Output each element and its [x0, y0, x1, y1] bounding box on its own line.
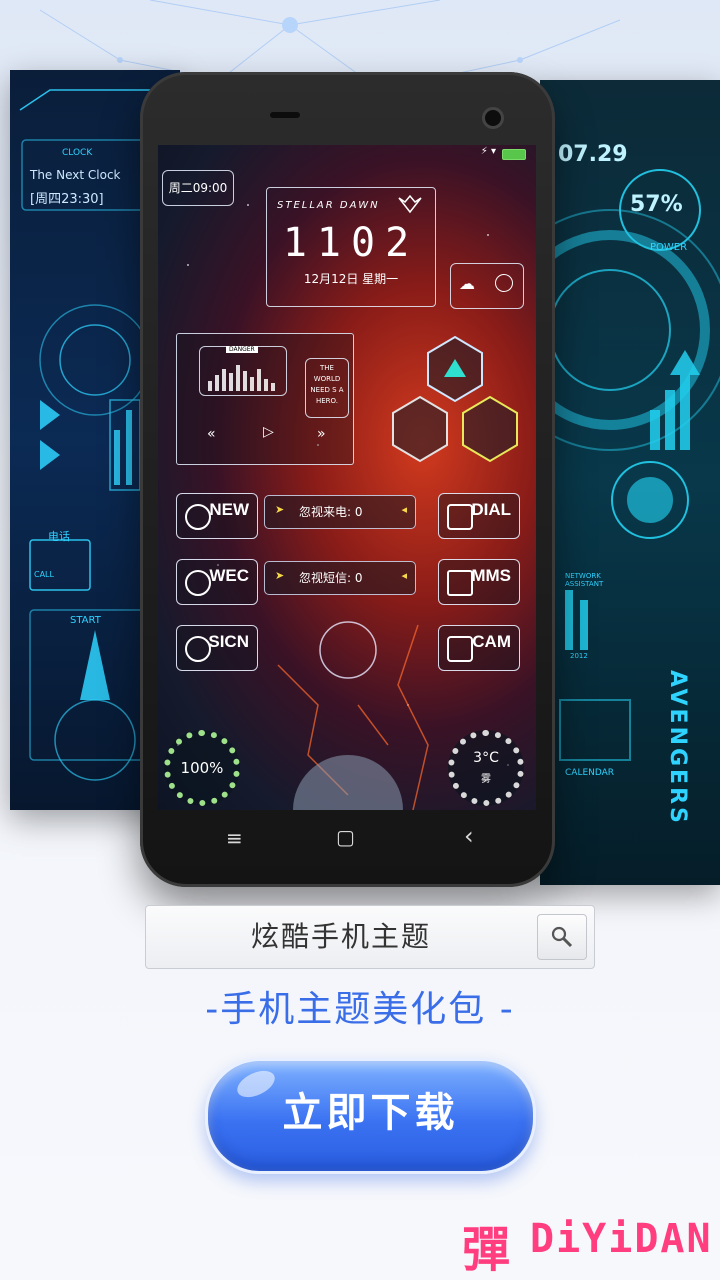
battery-display: 57%: [630, 192, 683, 217]
battery-gauge[interactable]: 100%: [164, 730, 240, 806]
avengers-label: AVENGERS: [665, 670, 690, 826]
speaker-grille: [270, 112, 300, 118]
calendar-label: CALENDAR: [565, 768, 615, 778]
brand-name: DiYiDAN: [530, 1216, 713, 1262]
mms-app-button[interactable]: MMS: [438, 559, 520, 605]
search-input[interactable]: 炫酷手机主题: [146, 906, 536, 968]
new-app-button[interactable]: NEW: [176, 493, 258, 539]
weather-mini-widget: ☁: [450, 263, 524, 309]
stellar-title: STELLAR DAWN: [277, 200, 380, 211]
arrow-left-icon: ◂: [401, 569, 407, 582]
cloud-icon: ☁: [459, 274, 475, 293]
home-key-icon[interactable]: ▢: [336, 825, 355, 849]
equalizer-panel: DANGER: [199, 346, 287, 396]
prev-track-icon[interactable]: «: [207, 426, 216, 442]
message-icon: [447, 570, 473, 596]
missed-calls-text: 忽视来电: 0: [299, 505, 363, 519]
clock-label: CLOCK: [62, 148, 93, 158]
brand-glyph: 彈: [462, 1222, 511, 1278]
clock-digits: 1102: [282, 220, 420, 266]
week-time-widget: 周二09:00: [162, 170, 234, 206]
weather-temp: 3°C: [473, 750, 499, 766]
phone-label: 电话: [48, 530, 70, 543]
arrow-left-icon: ◂: [401, 503, 407, 516]
back-key-icon[interactable]: ‹: [464, 822, 474, 850]
music-widget: DANGER THE WORLD NEED S A HERO. « ▷ »: [176, 333, 354, 465]
clock-widget: STELLAR DAWN 1102 12月12日 星期一: [266, 187, 436, 307]
battery-status-icon: [502, 149, 526, 160]
search-bar[interactable]: 炫酷手机主题: [145, 905, 595, 969]
missed-calls-widget[interactable]: ➤ 忽视来电: 0 ◂: [264, 495, 416, 529]
call-label: CALL: [34, 570, 54, 579]
hero-text: THE WORLD NEED S A HERO.: [305, 358, 349, 418]
radar-icon: [495, 274, 513, 292]
wechat-app-button[interactable]: WEC: [176, 559, 258, 605]
dial-app-label: DIAL: [471, 500, 511, 519]
arrow-icon: ➤: [275, 503, 285, 516]
hexagon-widgets: [392, 335, 518, 463]
weather-gauge[interactable]: 3°C 雾: [448, 730, 524, 806]
mms-app-label: MMS: [471, 566, 511, 585]
camera-icon: [447, 636, 473, 662]
phone-icon: [447, 504, 473, 530]
battery-gauge-value: 100%: [180, 759, 224, 777]
emblem-icon: [397, 194, 423, 216]
dial-app-button[interactable]: DIAL: [438, 493, 520, 539]
wechat-app-label: WEC: [209, 566, 249, 585]
camera-app-label: CAM: [472, 632, 511, 651]
clock-time: [周四23:30]: [30, 192, 104, 207]
missed-sms-widget[interactable]: ➤ 忽视短信: 0 ◂: [264, 561, 416, 595]
date-display: 07.29: [558, 142, 628, 167]
power-label: POWER: [650, 242, 688, 253]
start-label: START: [70, 615, 101, 626]
search-icon: [551, 926, 573, 948]
new-app-label: NEW: [209, 500, 249, 519]
date-display: 12月12日 星期一: [303, 272, 399, 286]
missed-sms-text: 忽视短信: 0: [299, 571, 363, 585]
weather-desc: 雾: [481, 774, 491, 785]
menu-key-icon[interactable]: ≡: [226, 826, 243, 850]
danger-label: DANGER: [226, 346, 258, 353]
download-button-label: 立即下载: [282, 1090, 459, 1136]
next-track-icon[interactable]: »: [317, 426, 326, 442]
clock-title: The Next Clock: [30, 168, 121, 182]
right-theme-preview: 07.29 57% POWER NETWORK ASSISTANT 2012 A…: [540, 80, 720, 885]
arrow-icon: ➤: [275, 569, 285, 582]
phone-screen: ⚡ ▾ 周二09:00 STELLAR DAWN 1102 12月12日 星期一…: [158, 145, 536, 810]
play-icon[interactable]: ▷: [263, 424, 274, 440]
settings-icon: [185, 636, 211, 662]
camera-app-button[interactable]: CAM: [438, 625, 520, 671]
camera-icon: [482, 107, 504, 129]
year-label: 2012: [570, 652, 588, 660]
signal-icon: ⚡ ▾: [480, 146, 496, 157]
chat-icon: [185, 570, 211, 596]
download-button[interactable]: 立即下载: [205, 1058, 536, 1174]
search-button[interactable]: [537, 914, 587, 960]
sicn-app-button[interactable]: SICN: [176, 625, 258, 671]
week-time: 周二09:00: [168, 181, 228, 195]
network-label: NETWORK ASSISTANT: [565, 572, 604, 588]
contact-icon: [185, 504, 211, 530]
subtitle: -手机主题美化包 -: [205, 989, 515, 1030]
sicn-app-label: SICN: [208, 632, 249, 651]
equalizer-bars: [208, 365, 275, 391]
